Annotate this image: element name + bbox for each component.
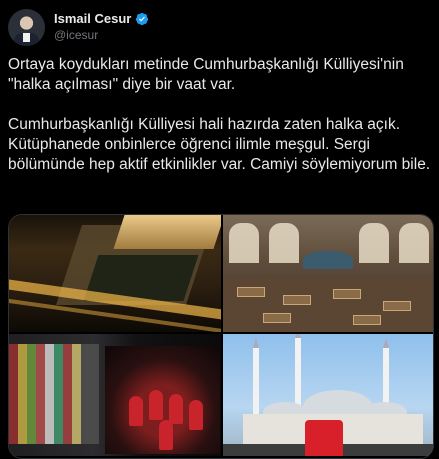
player-figure <box>159 420 173 450</box>
reading-table <box>383 301 411 311</box>
window-arch <box>269 223 299 263</box>
reading-table <box>263 313 291 323</box>
window-arch <box>229 223 259 263</box>
player-figure <box>129 396 143 426</box>
player-figure <box>149 390 163 420</box>
jersey-wall <box>9 344 99 444</box>
flag-shape <box>305 420 343 456</box>
reading-table <box>237 287 265 297</box>
window-arch <box>399 223 429 263</box>
author-handle[interactable]: @icesur <box>54 28 98 42</box>
player-figure <box>169 394 183 424</box>
player-figure <box>189 400 203 430</box>
media-grid <box>8 214 434 459</box>
mosque-photo[interactable] <box>223 334 433 456</box>
exhibition-photo[interactable] <box>9 334 221 456</box>
night-aerial-complex-photo[interactable] <box>9 215 221 332</box>
avatar[interactable] <box>8 9 45 46</box>
reading-table <box>283 295 311 305</box>
tweet-text: Ortaya koydukları metinde Cumhurbaşkanlı… <box>8 56 431 173</box>
tweet-header: Ismail Cesur @icesur <box>8 7 428 47</box>
library-interior-photo[interactable] <box>223 215 433 332</box>
verified-badge-icon <box>136 12 149 25</box>
avatar-collar <box>23 33 30 42</box>
building-shape <box>113 215 221 249</box>
author-name[interactable]: Ismail Cesur <box>54 11 131 26</box>
name-row: Ismail Cesur <box>54 11 149 26</box>
window-arch <box>359 223 389 263</box>
dome-shape <box>303 251 353 269</box>
reading-table <box>333 289 361 299</box>
reading-table <box>353 315 381 325</box>
